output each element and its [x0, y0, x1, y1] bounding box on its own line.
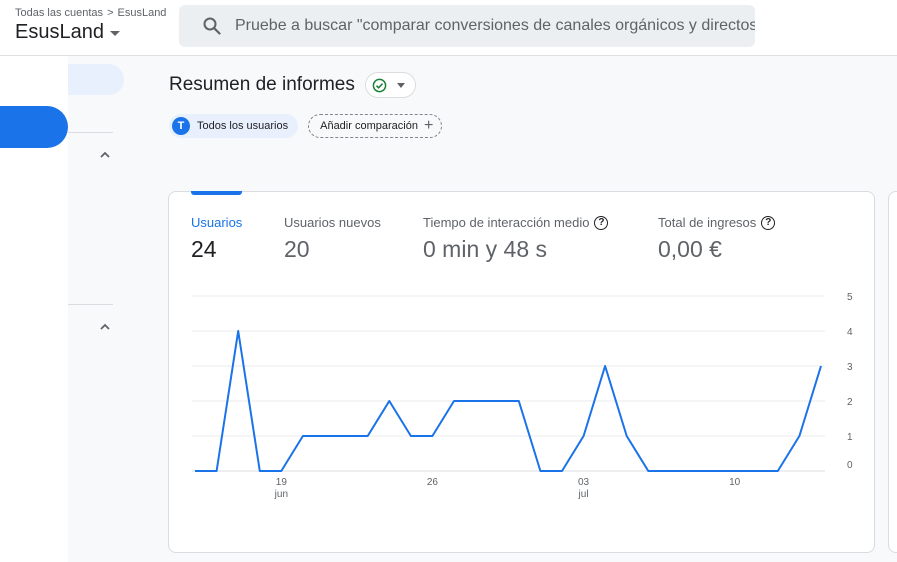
breadcrumb-account[interactable]: EsusLand: [118, 7, 167, 19]
data-point: [733, 469, 737, 473]
x-tick-month-label: jul: [578, 489, 589, 500]
data-point: [517, 399, 521, 403]
data-point: [538, 469, 542, 473]
data-point: [387, 399, 391, 403]
data-point: [301, 434, 305, 438]
check-circle-icon: [372, 78, 387, 92]
add-comparison-button[interactable]: Añadir comparación +: [308, 114, 443, 138]
subnav-item-selected[interactable]: [68, 64, 124, 95]
account-name: EsusLand: [15, 21, 104, 43]
y-tick-label: 3: [847, 362, 853, 373]
y-tick-label: 1: [847, 432, 853, 443]
breadcrumb-separator: >: [107, 7, 114, 19]
data-point: [625, 434, 629, 438]
data-point: [366, 434, 370, 438]
account-selector[interactable]: EsusLand: [15, 21, 120, 44]
divider: [68, 132, 113, 133]
chevron-up-icon[interactable]: [98, 320, 112, 334]
data-point: [258, 469, 262, 473]
data-point: [193, 469, 197, 473]
data-point: [344, 434, 348, 438]
data-point: [215, 469, 219, 473]
y-tick-label: 4: [847, 327, 853, 338]
plus-icon: +: [423, 117, 434, 134]
data-point: [754, 469, 758, 473]
data-point: [797, 434, 801, 438]
data-point: [711, 469, 715, 473]
page-title: Resumen de informes: [169, 74, 355, 95]
data-point: [452, 399, 456, 403]
data-point: [323, 434, 327, 438]
data-point: [776, 469, 780, 473]
top-bar: Todas las cuentas > EsusLand EsusLand: [0, 0, 897, 56]
data-point: [279, 469, 283, 473]
data-point: [819, 364, 823, 368]
avatar: T: [172, 117, 190, 135]
left-nav: [0, 56, 68, 562]
users-line-chart: 0 1 2 3 4 5 19jun 26 03jul 10: [192, 292, 853, 500]
caret-down-icon: [109, 31, 120, 36]
segment-chip[interactable]: T Todos los usuarios: [169, 114, 299, 138]
data-point: [236, 329, 240, 333]
data-point: [582, 434, 586, 438]
search-input[interactable]: [235, 17, 755, 35]
secondary-nav: [68, 56, 128, 562]
data-point: [409, 434, 413, 438]
data-point: [495, 399, 499, 403]
data-point: [560, 469, 564, 473]
search-icon: [191, 5, 233, 47]
data-point: [668, 469, 672, 473]
breadcrumb-all-accounts[interactable]: Todas las cuentas: [15, 7, 103, 19]
data-point: [646, 469, 650, 473]
status-selector[interactable]: [364, 72, 416, 98]
title-row: Resumen de informes: [169, 72, 416, 98]
segment-label: Todos los usuarios: [197, 120, 289, 132]
x-tick-month-label: jun: [274, 489, 288, 500]
divider: [68, 304, 113, 305]
x-tick-label: 26: [427, 477, 439, 488]
nav-item-active[interactable]: [0, 106, 68, 148]
y-tick-label: 0: [847, 460, 853, 471]
data-point: [430, 434, 434, 438]
comparison-chips: T Todos los usuarios Añadir comparación …: [169, 114, 443, 138]
data-point: [689, 469, 693, 473]
caret-down-icon: [396, 82, 405, 88]
search-bar[interactable]: [179, 5, 755, 47]
x-tick-label: 03: [578, 477, 590, 488]
main-content: Resumen de informes T Todos los usuarios…: [128, 56, 897, 562]
x-tick-label: 19: [276, 477, 288, 488]
data-point: [603, 364, 607, 368]
data-point: [474, 399, 478, 403]
y-tick-label: 2: [847, 397, 853, 408]
add-comparison-label: Añadir comparación: [320, 120, 418, 132]
x-tick-label: 10: [729, 477, 741, 488]
y-tick-label: 5: [847, 292, 853, 303]
side-card: [888, 191, 897, 553]
metrics-card: Usuarios 24 Usuarios nuevos 20 Tiempo de…: [168, 191, 875, 553]
chevron-up-icon[interactable]: [98, 148, 112, 162]
breadcrumb[interactable]: Todas las cuentas > EsusLand: [15, 7, 166, 19]
